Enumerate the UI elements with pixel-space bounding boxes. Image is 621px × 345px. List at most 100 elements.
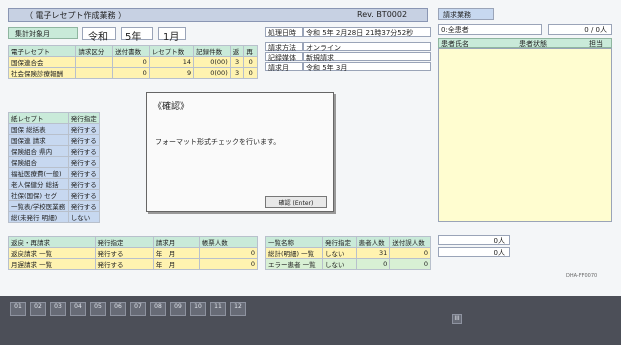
table-header-row: 電子レセプト 請求区分 送付書数 レセプト数 記録件数 返 再 [7, 45, 258, 57]
function-key[interactable]: 06 [110, 302, 126, 316]
table-cell: 発行する [67, 178, 101, 190]
footer-code: DHA-FF0070 [566, 273, 598, 279]
year-value: 5年 [125, 32, 142, 43]
table-cell: 一覧表/学校医業務 [8, 200, 69, 212]
processed-at-label: 処理日時 [265, 27, 303, 37]
patient-count-value: 0 / 0人 [584, 26, 607, 34]
processed-at-value: 令和 5年 2月28日 21時37分52秒 [306, 29, 414, 37]
table-cell: 0 [198, 258, 259, 270]
table-cell: 0 [243, 67, 258, 79]
function-key-label: 09 [174, 303, 182, 310]
processed-at-field: 令和 5年 2月28日 21時37分52秒 [303, 27, 431, 37]
function-key[interactable]: 05 [90, 302, 106, 316]
function-key-label: 10 [194, 303, 202, 310]
patient-count: 0 / 0人 [548, 24, 612, 35]
table-row[interactable]: 国保 総括表 発行する [8, 123, 101, 135]
header-cell: 請求区分 [75, 45, 114, 57]
table-cell: 一覧 [301, 250, 315, 258]
table-row[interactable]: 総計(明細) 一覧 しない 31 0 [264, 247, 431, 259]
header-cell: 発行指定 [94, 236, 154, 248]
month-field[interactable]: 1月 [158, 27, 186, 43]
era-value: 令和 [88, 32, 108, 43]
table-cell: 国保 総括表 [8, 123, 69, 135]
table-row[interactable]: 国保連合会 0 14 0(00) 3 0 [7, 56, 258, 68]
confirm-button[interactable]: 確認 (Enter) [265, 196, 327, 208]
function-key[interactable]: 03 [50, 302, 66, 316]
header-cell: 紙レセプト [8, 112, 69, 124]
patient-filter-select[interactable]: 0:全患者 [438, 24, 542, 35]
function-key[interactable]: 01 [10, 302, 26, 316]
summary-1: 0人 [438, 235, 510, 245]
table-row[interactable]: 総(未発行 明細) しない [8, 211, 101, 223]
table-cell: 0 [243, 56, 258, 68]
era-field[interactable]: 令和 [82, 27, 116, 43]
table-row[interactable]: エラー患者 一覧 しない 0 0 [264, 258, 431, 270]
top-tab[interactable]: 請求業務 [438, 8, 494, 20]
summary-panel: 一覧名称 発行指定 患者人数 送付誤人数 総計(明細) 一覧 しない 31 0 … [264, 236, 431, 284]
summary-table: 一覧名称 発行指定 患者人数 送付誤人数 総計(明細) 一覧 しない 31 0 … [264, 236, 431, 270]
table-row[interactable]: 保険組合 県内 発行する [8, 145, 101, 157]
patient-panel: 0:全患者 0 / 0人 患者氏名 患者状態 担当 0人 0人 DHA-FF00… [438, 24, 614, 286]
month2-value: 令和 5年 3月 [306, 64, 348, 72]
function-key[interactable]: 02 [30, 302, 46, 316]
function-key[interactable]: 10 [190, 302, 206, 316]
table-cell: 発行する [94, 258, 154, 270]
patient-list[interactable] [438, 48, 612, 222]
table-row[interactable]: 国保連 請求 発行する [8, 134, 101, 146]
table-cell: 保険組合 [8, 156, 69, 168]
grid-icon[interactable]: III [452, 314, 462, 324]
function-key-label: 04 [74, 303, 82, 310]
function-key-label: 07 [134, 303, 142, 310]
dialog-title: 《確認》 [153, 102, 190, 112]
table-header-row: 一覧名称 発行指定 患者人数 送付誤人数 [264, 236, 431, 248]
table-row[interactable]: 月遅請求 一覧 発行する 年 月 0 [8, 258, 259, 270]
table-cell: 老人保健分 総括 [8, 178, 69, 190]
table-cell: 0(00) [193, 56, 231, 68]
summary-2: 0人 [438, 247, 510, 257]
table-row[interactable]: 社保(国保) セグ 発行する [8, 189, 101, 201]
function-key[interactable]: 11 [210, 302, 226, 316]
function-key[interactable]: 04 [70, 302, 86, 316]
patient-filter-value: 0:全患者 [441, 26, 469, 34]
function-key[interactable]: 08 [150, 302, 166, 316]
table-cell [75, 56, 114, 68]
table-row[interactable]: 保険組合 発行する [8, 156, 101, 168]
table-cell: 9 [148, 67, 195, 79]
status-field: 新規請求 [303, 52, 431, 62]
table-cell: 社保(国保) セグ [8, 189, 69, 201]
function-key[interactable]: 12 [230, 302, 246, 316]
function-key-label: 03 [54, 303, 62, 310]
table-cell: 返戻請求 [11, 250, 37, 258]
function-key-label: 08 [154, 303, 162, 310]
table-row[interactable]: 社会保険診療報酬 0 9 0(00) 3 0 [7, 67, 258, 79]
table-cell: 発行する [67, 156, 101, 168]
table-row[interactable]: 返戻請求 一覧 発行する 年 月 0 [8, 247, 259, 259]
grid-icon-label: III [454, 315, 460, 322]
table-cell: しない [322, 258, 357, 270]
year-field[interactable]: 5年 [121, 27, 153, 43]
month-value: 1月 [163, 32, 180, 43]
top-tab-label: 請求業務 [443, 11, 471, 19]
method-label: 請求方法 [265, 42, 303, 52]
table-cell: 発行する [67, 167, 101, 179]
table-row[interactable]: 一覧表/学校医業務 発行する [8, 200, 101, 212]
function-key-label: 11 [214, 303, 222, 310]
header-cell: 一覧名称 [264, 236, 324, 248]
title-bar: （ 電子レセプト作成業務 ） Rev. BT0002 [8, 8, 428, 22]
header-cell: 送付書数 [112, 45, 150, 57]
dialog-message: フォーマット形式チェックを行います。 [155, 138, 281, 146]
table-cell: 0 [198, 247, 259, 259]
table-cell: 0 [389, 247, 431, 259]
table-cell: 国保連合会 [7, 56, 77, 68]
table-row[interactable]: 福祉医療費(一般) 発行する [8, 167, 101, 179]
table-cell: 年 月 [152, 258, 200, 270]
table-cell: 0 [112, 56, 150, 68]
table-row[interactable]: 老人保健分 総括 発行する [8, 178, 101, 190]
function-key-label: 02 [34, 303, 42, 310]
table-cell [75, 67, 114, 79]
function-key[interactable]: 09 [170, 302, 186, 316]
table-cell: エラー患者 [268, 261, 301, 269]
target-month-label: 集計対象月 [8, 27, 78, 39]
function-key[interactable]: 07 [130, 302, 146, 316]
function-key-bar: 01 02 03 04 05 06 07 08 09 10 11 12 III [0, 296, 621, 345]
